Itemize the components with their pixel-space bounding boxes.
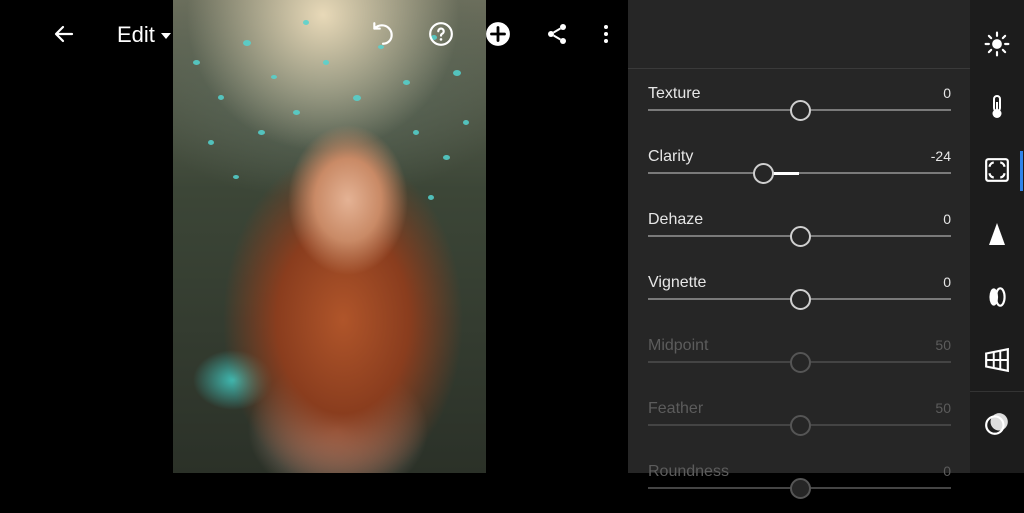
- slider-label: Roundness: [648, 463, 729, 480]
- slider-row-texture[interactable]: Texture 0: [628, 85, 970, 135]
- slider-thumb: [789, 415, 811, 436]
- slider-label: Dehaze: [648, 211, 704, 228]
- slider-label: Midpoint: [648, 337, 709, 354]
- photo-canvas[interactable]: [0, 0, 628, 473]
- slider-row-midpoint: Midpoint 50: [628, 337, 970, 387]
- help-icon[interactable]: [425, 18, 457, 50]
- slider-row-dehaze[interactable]: Dehaze 0: [628, 211, 970, 261]
- optics-icon[interactable]: [982, 282, 1012, 312]
- slider-value: 0: [943, 274, 951, 290]
- slider-row-roundness: Roundness 0: [628, 463, 970, 513]
- slider-thumb[interactable]: [789, 289, 811, 310]
- undo-icon[interactable]: [367, 18, 399, 50]
- active-tool-indicator: [1020, 151, 1023, 191]
- tool-rail: [970, 0, 1024, 473]
- slider-row-vignette[interactable]: Vignette 0: [628, 274, 970, 324]
- panel-divider: [628, 68, 970, 69]
- slider-value: 50: [935, 337, 951, 353]
- slider-value: -24: [930, 148, 951, 164]
- slider-label: Feather: [648, 400, 704, 417]
- detail-icon[interactable]: [982, 219, 1012, 249]
- more-icon[interactable]: [590, 18, 622, 50]
- slider-label: Texture: [648, 85, 701, 102]
- top-toolbar: Edit: [0, 0, 628, 68]
- slider-label: Vignette: [648, 274, 707, 291]
- slider-row-feather: Feather 50: [628, 400, 970, 450]
- rail-divider: [970, 391, 1024, 392]
- photo-preview[interactable]: [173, 0, 486, 473]
- color-icon[interactable]: [982, 92, 1012, 122]
- light-icon[interactable]: [982, 29, 1012, 59]
- geometry-icon[interactable]: [982, 345, 1012, 375]
- slider-row-clarity[interactable]: Clarity -24: [628, 148, 970, 198]
- slider-thumb[interactable]: [753, 163, 775, 184]
- slider-thumb[interactable]: [789, 226, 811, 247]
- edit-mode-dropdown[interactable]: Edit: [117, 22, 171, 48]
- slider-thumb: [789, 352, 811, 373]
- slider-value: 50: [935, 400, 951, 416]
- chevron-down-icon: [160, 33, 171, 39]
- share-icon[interactable]: [541, 18, 573, 50]
- presets-icon[interactable]: [982, 409, 1012, 439]
- slider-value: 0: [943, 211, 951, 227]
- back-arrow-icon[interactable]: [48, 18, 80, 50]
- slider-value: 0: [943, 85, 951, 101]
- add-icon[interactable]: [482, 18, 514, 50]
- effects-icon[interactable]: [982, 155, 1012, 185]
- slider-thumb: [789, 478, 811, 499]
- slider-value: 0: [943, 463, 951, 479]
- slider-thumb[interactable]: [789, 100, 811, 121]
- edit-title: Edit: [117, 22, 155, 47]
- slider-track[interactable]: [648, 172, 951, 174]
- slider-label: Clarity: [648, 148, 694, 165]
- effects-panel: Texture 0 Clarity -24 Dehaze 0 Vignette 0 Midpoi…: [628, 0, 970, 499]
